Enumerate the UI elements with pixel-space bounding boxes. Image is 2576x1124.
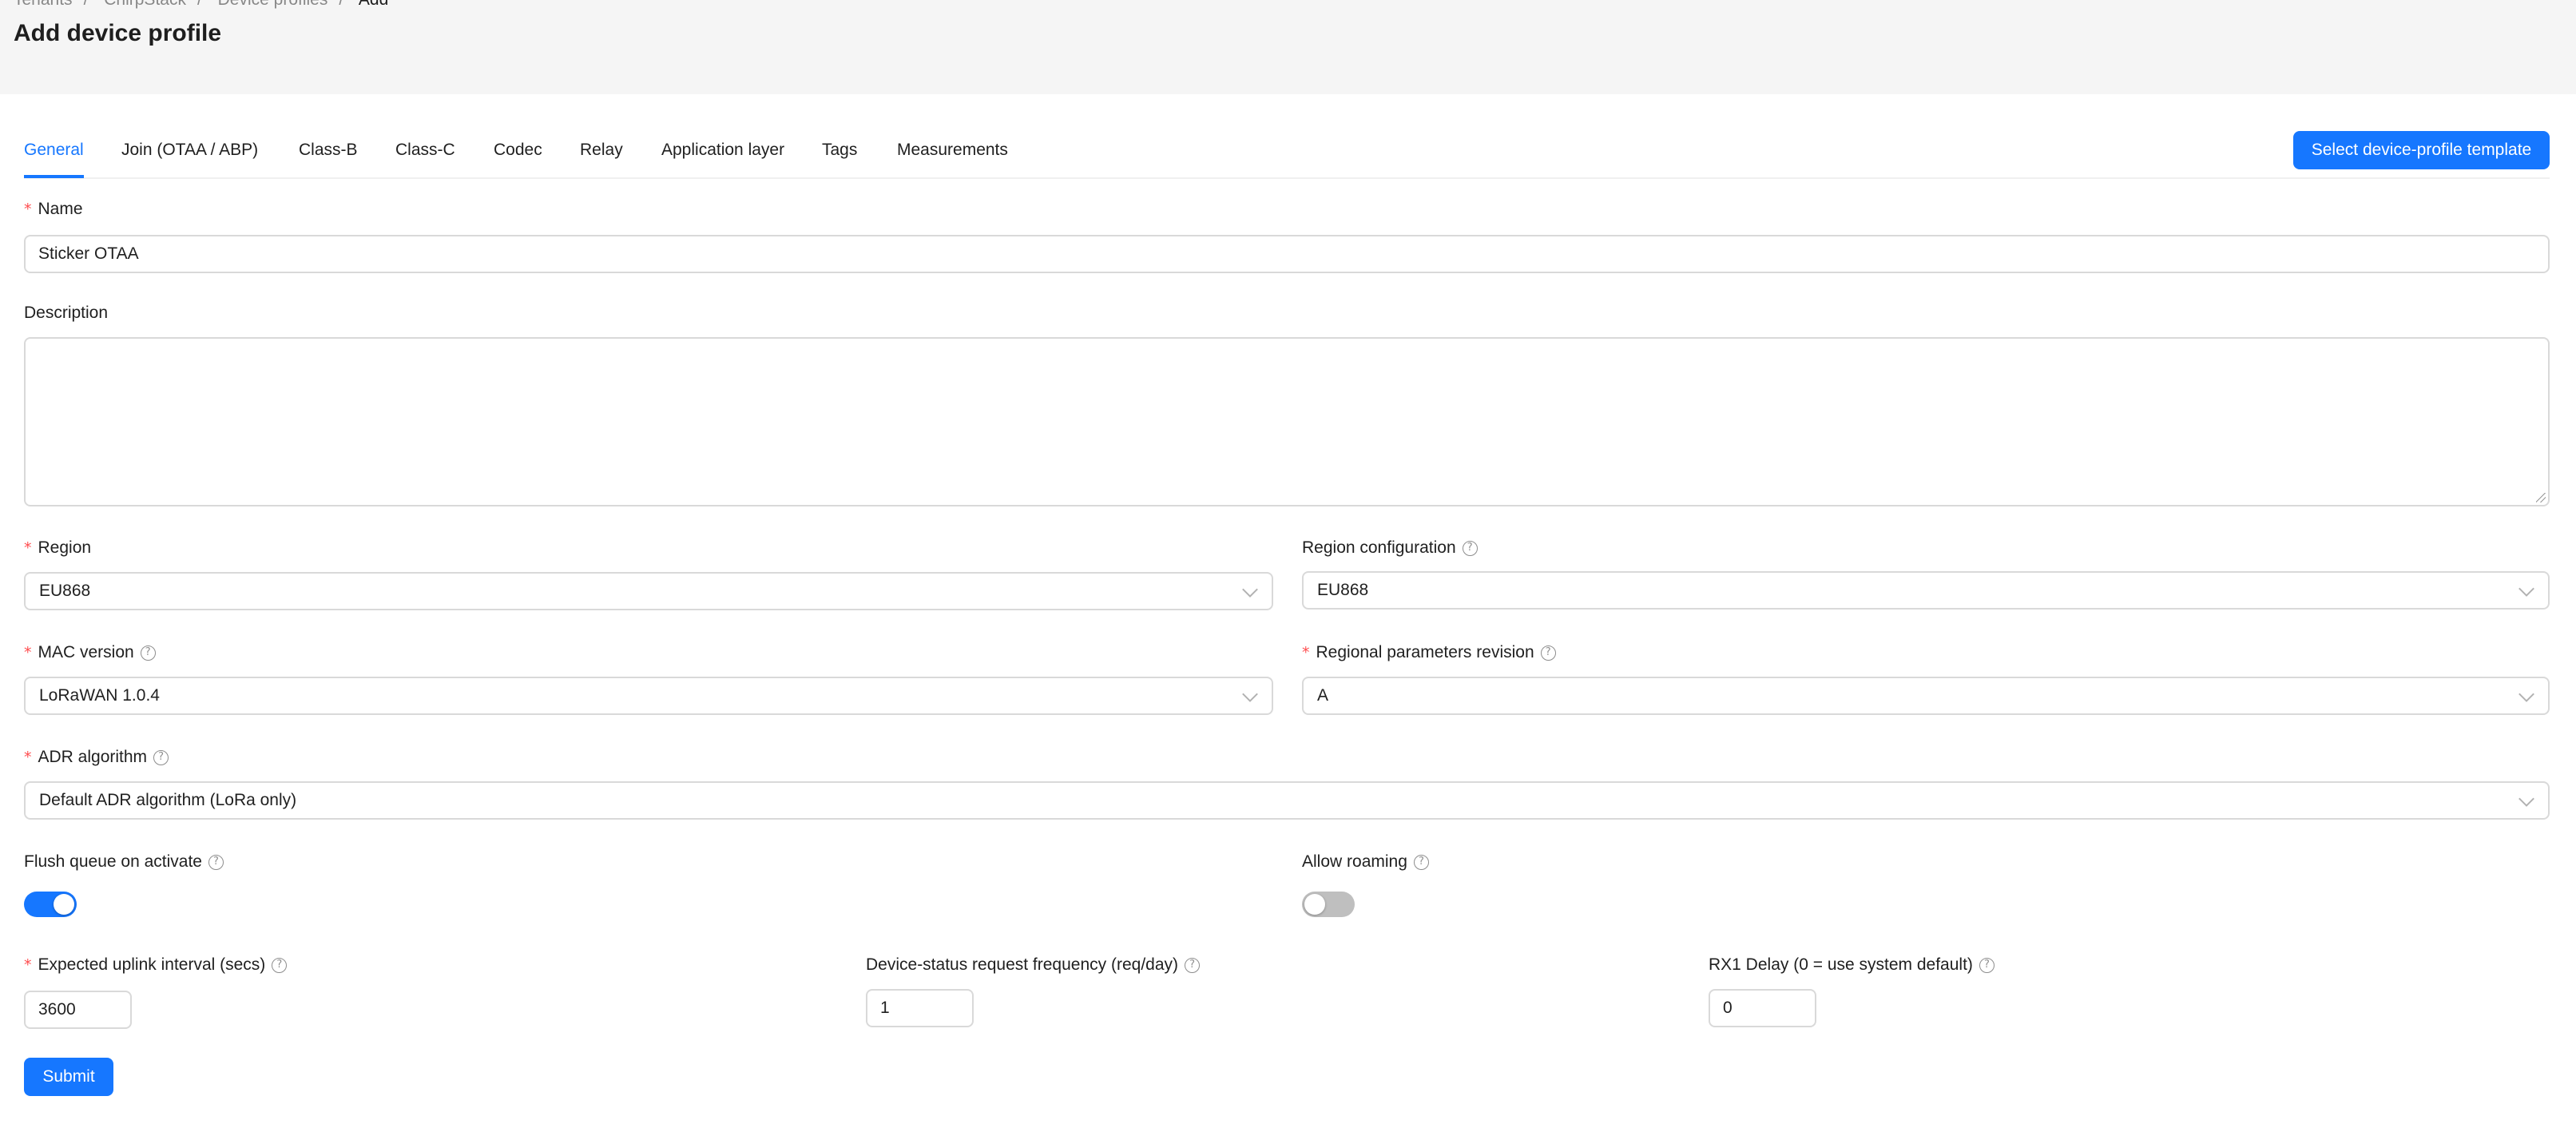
allow-roaming-toggle[interactable] [1302,892,1355,917]
status-frequency-label-text: Device-status request frequency (req/day… [866,955,1179,974]
uplink-interval-label: * Expected uplink interval (secs) ? [24,954,288,976]
status-frequency-input[interactable]: 1 [866,989,974,1027]
uplink-interval-label-text: Expected uplink interval (secs) [38,955,266,974]
tab-bar: General Join (OTAA / ABP) Class-B Class-… [24,120,2550,179]
rx1-delay-label-text: RX1 Delay (0 = use system default) [1709,955,1973,974]
region-label: * Region [24,537,91,559]
required-marker: * [24,956,32,974]
tab-class-c[interactable]: Class-C [395,139,455,161]
question-circle-icon[interactable]: ? [1979,957,1995,973]
question-circle-icon[interactable]: ? [1540,645,1556,661]
question-circle-icon[interactable]: ? [140,645,156,661]
chevron-down-icon [1242,686,1258,702]
description-label: Description [24,302,108,324]
region-select[interactable]: EU868 [24,572,1273,610]
rp-revision-select[interactable]: A [1302,677,2550,715]
mac-version-select[interactable]: LoRaWAN 1.0.4 [24,677,1273,715]
breadcrumb-tenant[interactable]: ChirpStack [104,0,186,9]
toggle-knob [1304,894,1325,915]
chevron-down-icon [1242,582,1258,598]
tab-join[interactable]: Join (OTAA / ABP) [121,139,258,161]
rp-revision-label: * Regional parameters revision ? [1302,641,1556,664]
required-marker: * [24,644,32,661]
adr-label-text: ADR algorithm [38,748,148,766]
breadcrumb-tenants[interactable]: Tenants [14,0,73,9]
status-frequency-label: Device-status request frequency (req/day… [866,954,1201,976]
rp-revision-value: A [1317,686,1329,705]
page-title: Add device profile [14,20,222,46]
name-input[interactable]: Sticker OTAA [24,235,2550,273]
tab-codec[interactable]: Codec [494,139,542,161]
question-circle-icon[interactable]: ? [208,854,224,870]
chevron-down-icon [2518,791,2534,807]
question-circle-icon[interactable]: ? [1413,854,1429,870]
page-header: Tenants/ ChirpStack/ Device profiles/ Ad… [0,0,2576,94]
region-config-value: EU868 [1317,581,1369,599]
required-marker: * [1302,644,1310,661]
tab-relay[interactable]: Relay [580,139,623,161]
mac-version-label: * MAC version ? [24,641,156,664]
region-config-label-text: Region configuration [1302,538,1456,557]
mac-version-label-text: MAC version [38,643,134,661]
submit-button[interactable]: Submit [24,1058,113,1096]
question-circle-icon[interactable]: ? [272,957,288,973]
select-template-button[interactable]: Select device-profile template [2293,131,2550,169]
required-marker: * [24,539,32,557]
flush-queue-label: Flush queue on activate ? [24,851,224,873]
breadcrumb-device-profiles[interactable]: Device profiles [218,0,328,9]
region-config-label: Region configuration ? [1302,537,1478,559]
region-config-select[interactable]: EU868 [1302,571,2550,610]
tab-measurements[interactable]: Measurements [897,139,1008,161]
resize-handle-icon[interactable] [2536,493,2546,502]
required-marker: * [24,201,32,218]
breadcrumb: Tenants/ ChirpStack/ Device profiles/ Ad… [14,0,388,10]
name-label: * Name [24,198,83,220]
toggle-knob [54,894,74,915]
tab-class-b[interactable]: Class-B [299,139,358,161]
active-tab-indicator [24,175,84,178]
adr-label: * ADR algorithm ? [24,746,169,769]
adr-select[interactable]: Default ADR algorithm (LoRa only) [24,781,2550,820]
chevron-down-icon [2518,581,2534,597]
region-value: EU868 [39,582,91,600]
rp-revision-label-text: Regional parameters revision [1316,643,1534,661]
allow-roaming-label-text: Allow roaming [1302,852,1407,871]
name-label-text: Name [38,200,83,218]
rx1-delay-input[interactable]: 0 [1709,989,1816,1027]
required-marker: * [24,749,32,766]
mac-version-value: LoRaWAN 1.0.4 [39,686,160,705]
tab-tags[interactable]: Tags [822,139,857,161]
question-circle-icon[interactable]: ? [1462,540,1478,556]
breadcrumb-current: Add [359,0,388,9]
flush-queue-toggle[interactable] [24,892,77,917]
description-label-text: Description [24,304,109,322]
question-circle-icon[interactable]: ? [153,749,169,765]
question-circle-icon[interactable]: ? [1185,957,1201,973]
flush-queue-label-text: Flush queue on activate [24,852,202,871]
region-label-text: Region [38,538,92,557]
allow-roaming-label: Allow roaming ? [1302,851,1429,873]
tab-general[interactable]: General [24,139,84,161]
uplink-interval-input[interactable]: 3600 [24,991,132,1029]
chevron-down-icon [2518,686,2534,702]
rx1-delay-label: RX1 Delay (0 = use system default) ? [1709,954,1995,976]
adr-value: Default ADR algorithm (LoRa only) [39,791,297,809]
description-textarea[interactable] [24,337,2550,506]
tab-application-layer[interactable]: Application layer [661,139,784,161]
